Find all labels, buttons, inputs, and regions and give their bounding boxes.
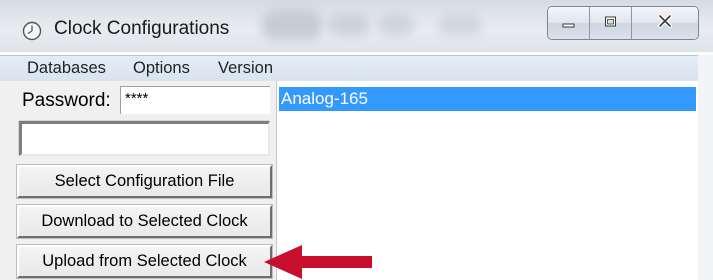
window-title: Clock Configurations <box>54 18 230 39</box>
minimize-button[interactable] <box>548 7 590 39</box>
list-item-selected[interactable]: Analog-165 <box>279 87 696 111</box>
red-arrow-icon <box>262 244 374 280</box>
menu-bar: Databases Options Version <box>0 55 713 81</box>
title-bar[interactable]: Clock Configurations <box>0 0 713 52</box>
password-label: Password: <box>22 90 111 111</box>
menu-version[interactable]: Version <box>218 59 273 78</box>
maximize-icon <box>603 14 619 33</box>
maximize-button[interactable] <box>590 7 632 39</box>
close-icon <box>656 13 674 33</box>
close-button[interactable] <box>632 7 698 39</box>
caption-buttons <box>547 6 699 40</box>
clock-icon <box>22 21 42 41</box>
password-field[interactable]: **** <box>120 86 270 114</box>
text-input-field[interactable] <box>19 121 270 156</box>
upload-from-selected-clock-button[interactable]: Upload from Selected Clock <box>16 244 273 279</box>
clock-configurations-window: Clock Configurations Databases Options V… <box>0 0 713 280</box>
menu-options[interactable]: Options <box>133 59 190 78</box>
download-to-selected-clock-button[interactable]: Download to Selected Clock <box>16 204 273 239</box>
menu-databases[interactable]: Databases <box>27 59 106 78</box>
window-right-edge <box>698 55 713 280</box>
minimize-icon <box>561 14 577 33</box>
select-configuration-file-button[interactable]: Select Configuration File <box>16 164 273 199</box>
